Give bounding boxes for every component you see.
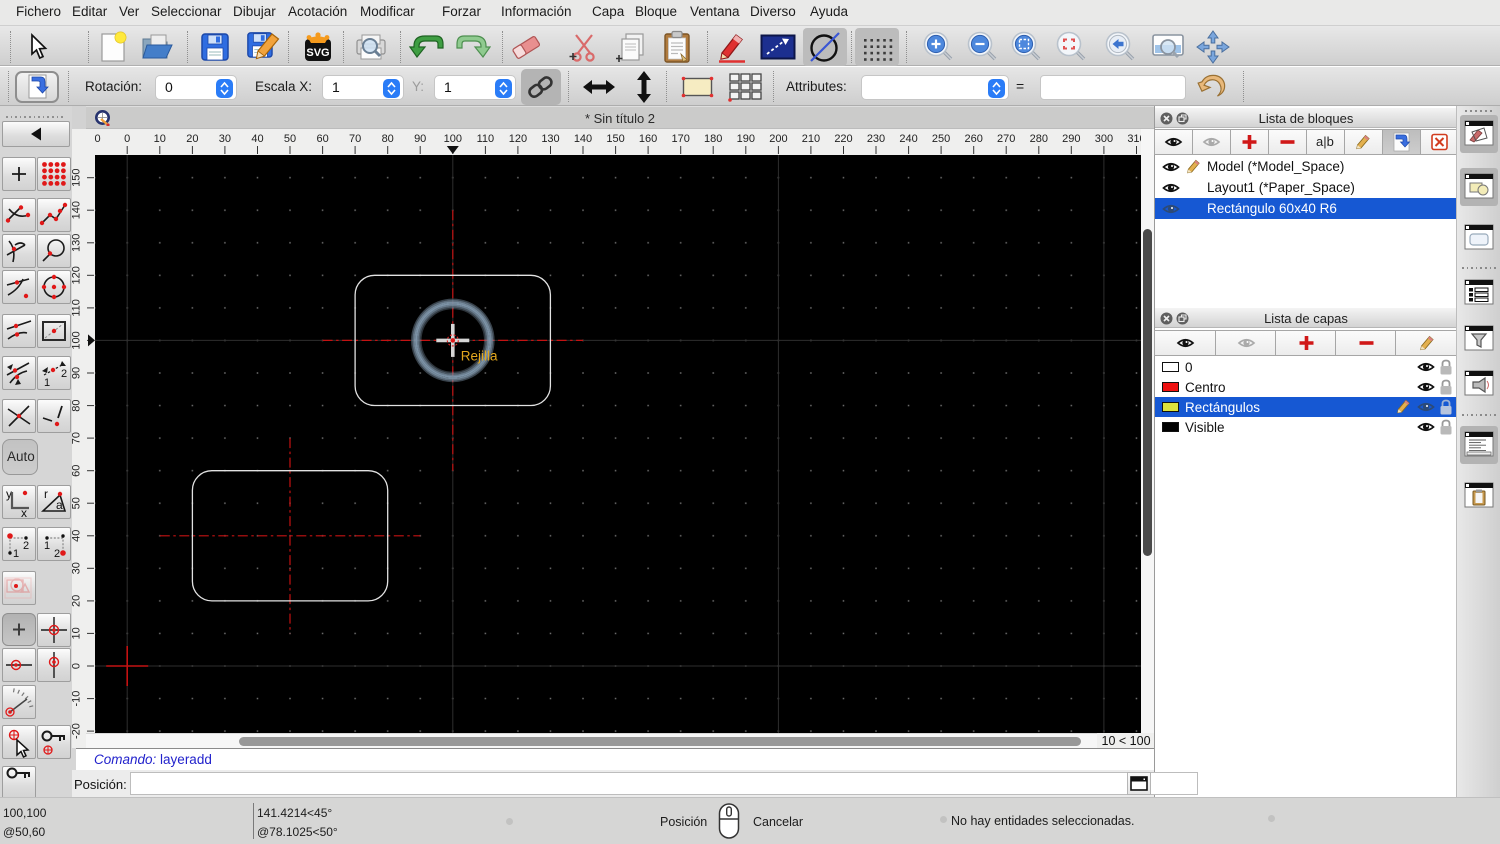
svg-text:30: 30 (72, 562, 83, 574)
svg-text:40: 40 (251, 133, 263, 145)
svg-text:1: 1 (44, 377, 50, 389)
svg-text:80: 80 (72, 399, 83, 411)
svg-text:90: 90 (414, 133, 426, 145)
svg-text:250: 250 (932, 133, 950, 145)
svg-text:280: 280 (1030, 133, 1048, 145)
svg-text:110: 110 (72, 299, 83, 317)
svg-text:50: 50 (72, 497, 83, 509)
svg-text:2: 2 (23, 540, 29, 552)
svg-text:30: 30 (219, 133, 231, 145)
svg-text:20: 20 (72, 595, 83, 607)
svg-text:2: 2 (61, 368, 67, 380)
svg-text:130: 130 (541, 133, 559, 145)
svg-text:140: 140 (72, 201, 83, 219)
svg-text:60: 60 (72, 465, 83, 477)
svg-text:-20: -20 (72, 723, 83, 739)
svg-text:100: 100 (72, 331, 83, 349)
svg-text:240: 240 (899, 133, 917, 145)
svg-text:50: 50 (284, 133, 296, 145)
svg-text:60: 60 (316, 133, 328, 145)
svg-text:Rejilla: Rejilla (461, 348, 498, 363)
svg-text:150: 150 (606, 133, 624, 145)
svg-text:220: 220 (834, 133, 852, 145)
svg-text:140: 140 (574, 133, 592, 145)
svg-text:190: 190 (737, 133, 755, 145)
svg-text:200: 200 (769, 133, 787, 145)
svg-text:SVG: SVG (306, 47, 329, 59)
svg-text:230: 230 (867, 133, 885, 145)
svg-text:290: 290 (1062, 133, 1080, 145)
svg-text:270: 270 (997, 133, 1015, 145)
svg-text:150: 150 (72, 169, 83, 187)
svg-text:10: 10 (72, 627, 83, 639)
svg-text:r: r (44, 487, 48, 501)
svg-text:310: 310 (1127, 133, 1141, 145)
svg-text:a: a (56, 498, 63, 512)
svg-text:70: 70 (349, 133, 361, 145)
svg-text:160: 160 (639, 133, 657, 145)
svg-text:-10: -10 (72, 691, 83, 707)
svg-text:90: 90 (72, 367, 83, 379)
svg-text:170: 170 (672, 133, 690, 145)
svg-text:x: x (21, 506, 27, 518)
svg-text:80: 80 (382, 133, 394, 145)
svg-text:300: 300 (1095, 133, 1113, 145)
svg-text:180: 180 (704, 133, 722, 145)
svg-text:1: 1 (44, 540, 50, 552)
svg-text:1: 1 (13, 548, 19, 560)
svg-text:0: 0 (72, 663, 83, 669)
svg-text:120: 120 (72, 266, 83, 284)
svg-text:0: 0 (94, 133, 100, 145)
svg-text:110: 110 (477, 133, 495, 145)
svg-text:40: 40 (72, 530, 83, 542)
svg-text:10: 10 (154, 133, 166, 145)
svg-text:70: 70 (72, 432, 83, 444)
svg-text:120: 120 (509, 133, 527, 145)
svg-text:20: 20 (186, 133, 198, 145)
svg-text:0: 0 (124, 133, 130, 145)
svg-text:100: 100 (444, 133, 462, 145)
svg-text:2: 2 (54, 548, 60, 560)
svg-text:210: 210 (802, 133, 820, 145)
svg-text:260: 260 (965, 133, 983, 145)
svg-text:130: 130 (72, 234, 83, 252)
